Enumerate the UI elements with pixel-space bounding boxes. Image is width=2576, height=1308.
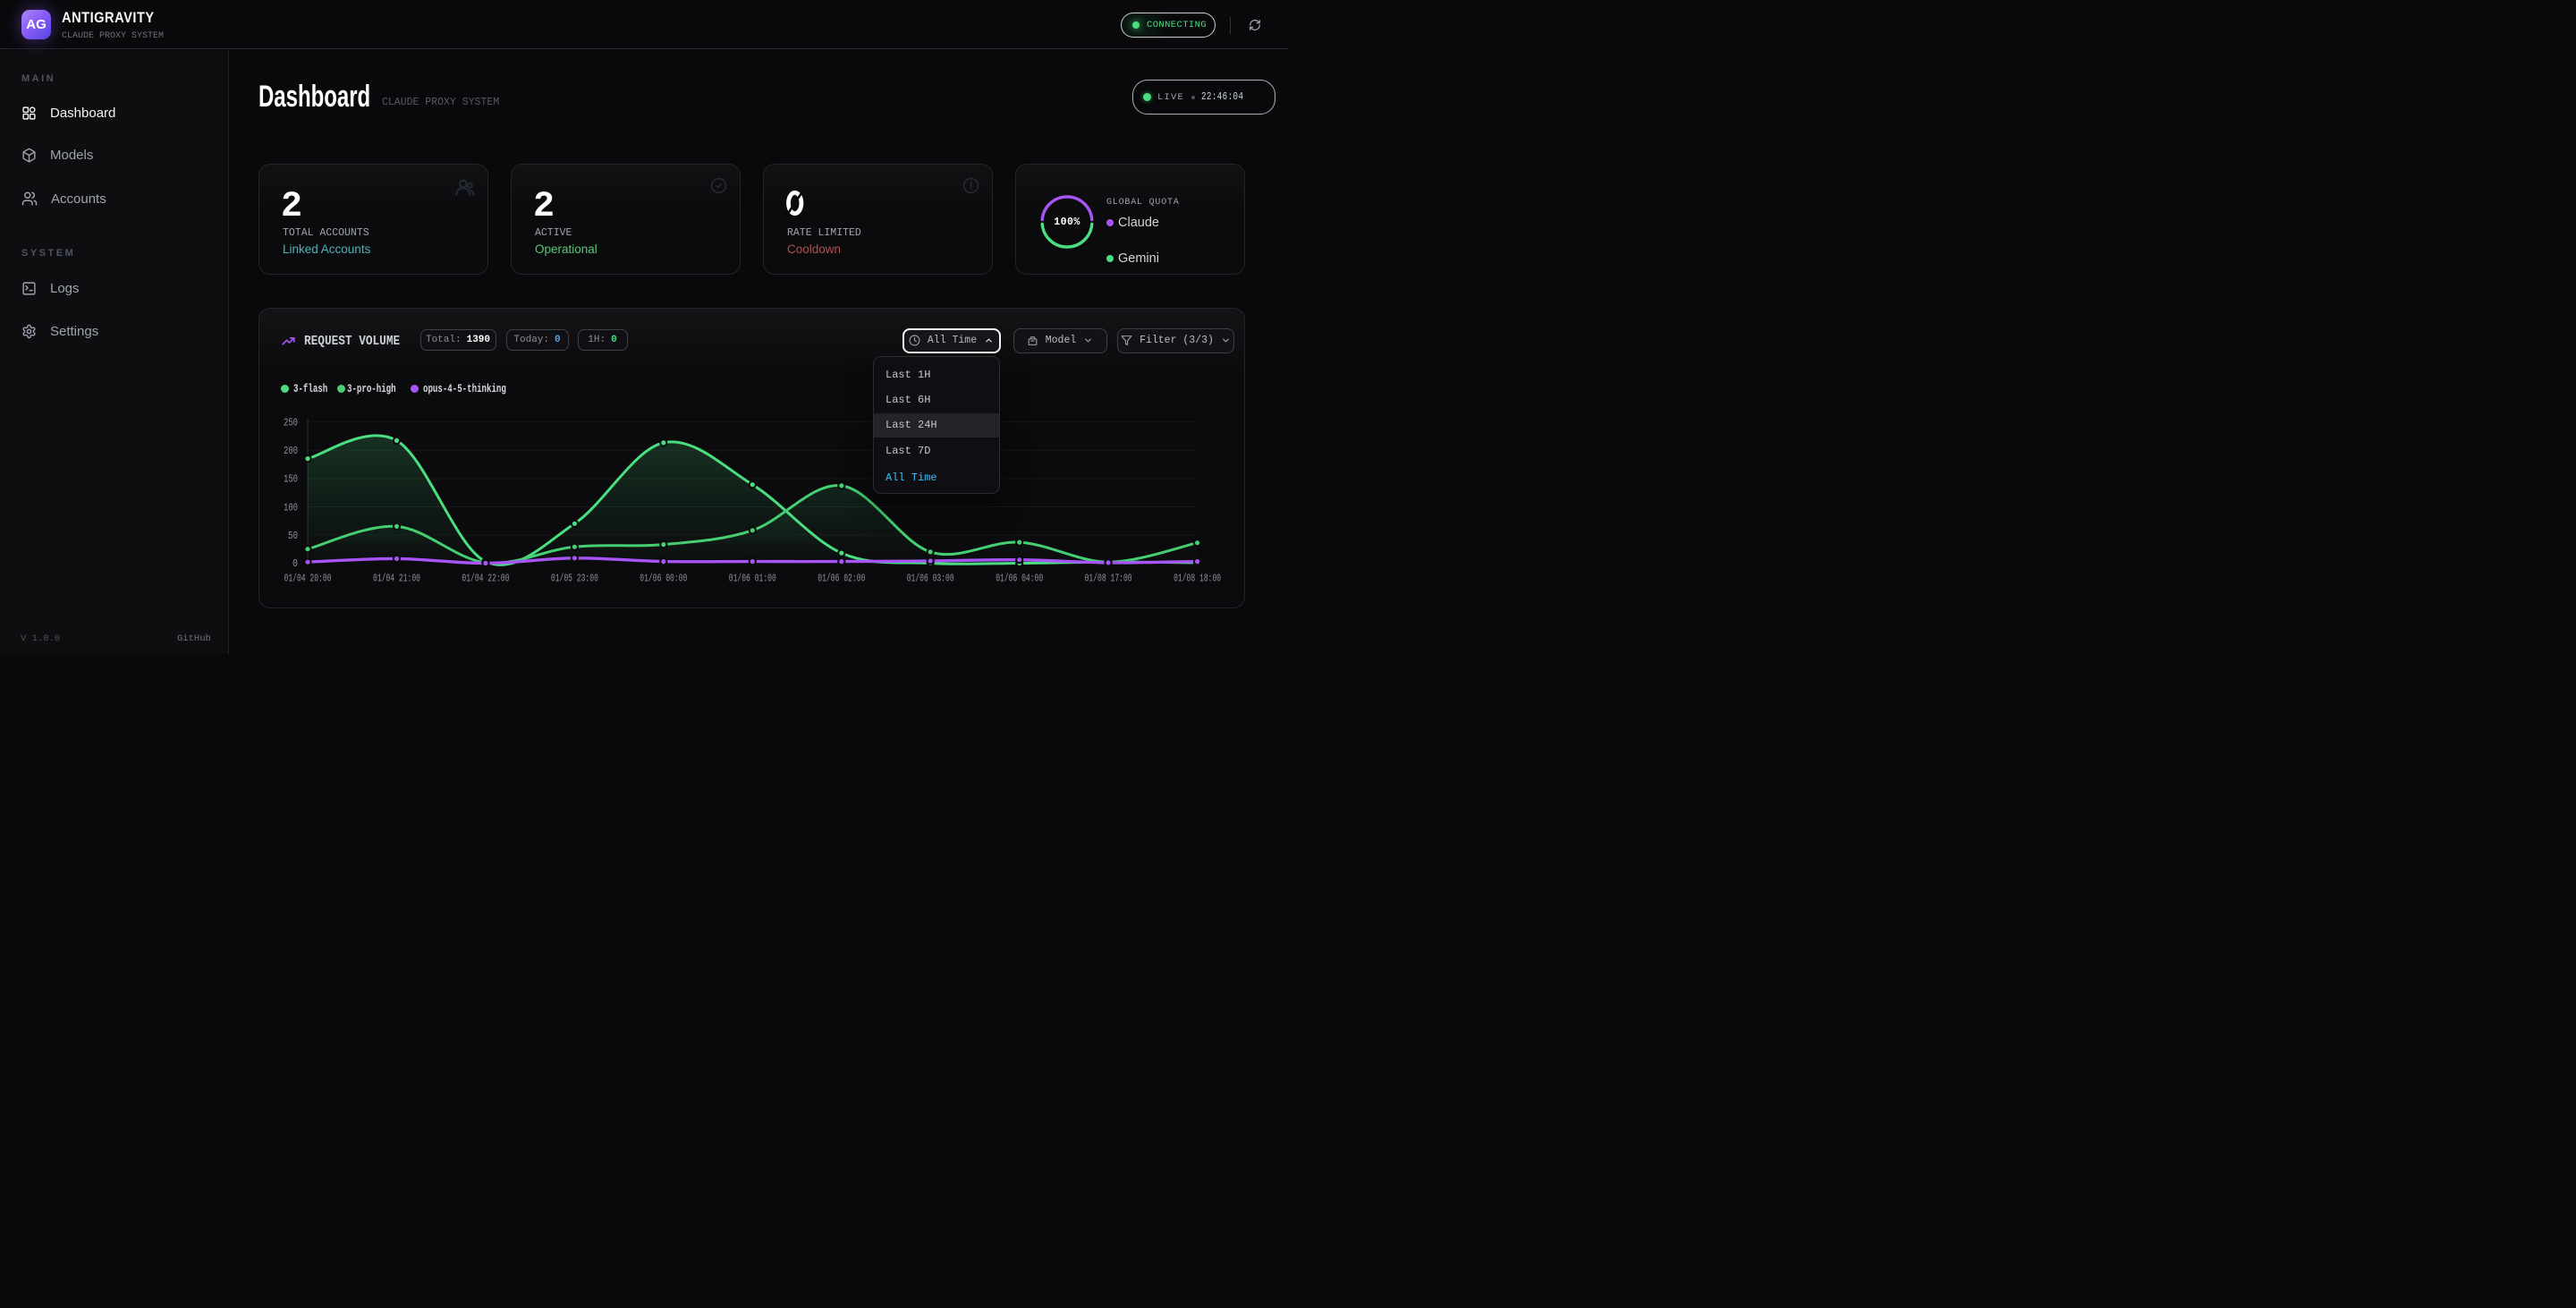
svg-text:01/04 22:00: 01/04 22:00 [462,573,509,584]
svg-text:01/06 03:00: 01/06 03:00 [907,573,954,584]
svg-text:01/08 17:00: 01/08 17:00 [1085,573,1132,584]
svg-text:0: 0 [292,558,298,570]
svg-text:100: 100 [284,502,298,514]
svg-text:01/05 23:00: 01/05 23:00 [551,573,598,584]
svg-text:01/06 02:00: 01/06 02:00 [818,573,865,584]
svg-text:50: 50 [288,530,298,541]
svg-text:01/04 21:00: 01/04 21:00 [373,573,420,584]
svg-text:01/06 00:00: 01/06 00:00 [640,573,687,584]
svg-text:250: 250 [284,417,298,429]
svg-text:01/06 01:00: 01/06 01:00 [729,573,776,584]
svg-text:200: 200 [284,446,298,457]
svg-text:01/08 18:00: 01/08 18:00 [1174,573,1221,584]
svg-text:01/06 04:00: 01/06 04:00 [996,573,1043,584]
svg-text:150: 150 [284,473,298,485]
svg-text:01/04 20:00: 01/04 20:00 [284,573,332,584]
